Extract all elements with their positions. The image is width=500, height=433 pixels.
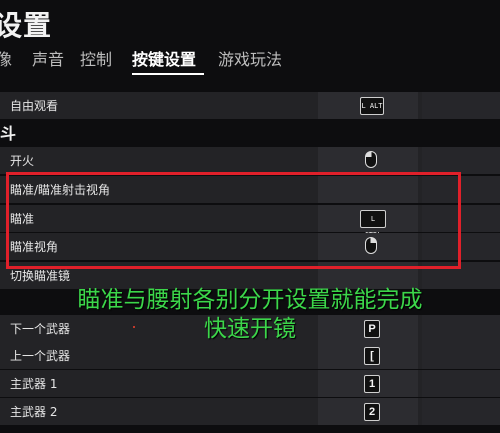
- keybind-row-free-look[interactable]: 自由观看 L ALT: [0, 92, 500, 119]
- keybind-row-prev-weapon[interactable]: 上一个武器 [: [0, 342, 500, 369]
- secondary-key-cell[interactable]: [422, 370, 500, 397]
- caption-overlay: 瞄准与腰射各别分开设置就能完成 快速开镜: [0, 286, 500, 344]
- tab-graphics[interactable]: 像: [0, 46, 12, 70]
- mouse-left-icon: [365, 151, 377, 168]
- primary-key-cell[interactable]: 2: [318, 398, 418, 425]
- row-label: 开火: [10, 154, 35, 168]
- secondary-key-cell[interactable]: [422, 398, 500, 425]
- marker-dot: [133, 326, 135, 328]
- primary-key-cell[interactable]: 1: [318, 370, 418, 397]
- secondary-key-cell[interactable]: [422, 147, 500, 174]
- secondary-key-cell[interactable]: [422, 342, 500, 369]
- key-badge: [: [364, 347, 380, 365]
- keybind-row-fire[interactable]: 开火: [0, 147, 500, 174]
- row-label: 自由观看: [10, 99, 59, 113]
- section-title: 斗: [0, 124, 17, 143]
- row-label: 主武器 1: [10, 377, 58, 391]
- key-badge: L ALT: [360, 97, 384, 115]
- row-label: 切换瞄准镜: [10, 269, 71, 283]
- primary-key-cell[interactable]: L ALT: [318, 92, 418, 119]
- secondary-key-cell[interactable]: [422, 92, 500, 119]
- tab-keybindings[interactable]: 按键设置: [132, 46, 196, 70]
- page-title: 设置: [0, 9, 53, 42]
- caption-line-2: 快速开镜: [204, 316, 296, 342]
- key-badge: 2: [364, 403, 380, 421]
- row-label: 主武器 2: [10, 405, 58, 419]
- tab-audio[interactable]: 声音: [32, 46, 64, 70]
- tab-controls[interactable]: 控制: [80, 46, 112, 70]
- active-tab-underline: [132, 73, 204, 75]
- primary-key-cell[interactable]: [318, 147, 418, 174]
- caption-line-1: 瞄准与腰射各别分开设置就能完成: [77, 287, 423, 313]
- row-label: 上一个武器: [10, 349, 71, 363]
- primary-key-cell[interactable]: [: [318, 342, 418, 369]
- key-badge: 1: [364, 375, 380, 393]
- keybind-row-primary-2[interactable]: 主武器 2 2: [0, 398, 500, 425]
- keybind-row-primary-1[interactable]: 主武器 1 1: [0, 370, 500, 397]
- highlight-box: [6, 172, 461, 269]
- tab-gameplay[interactable]: 游戏玩法: [218, 46, 282, 70]
